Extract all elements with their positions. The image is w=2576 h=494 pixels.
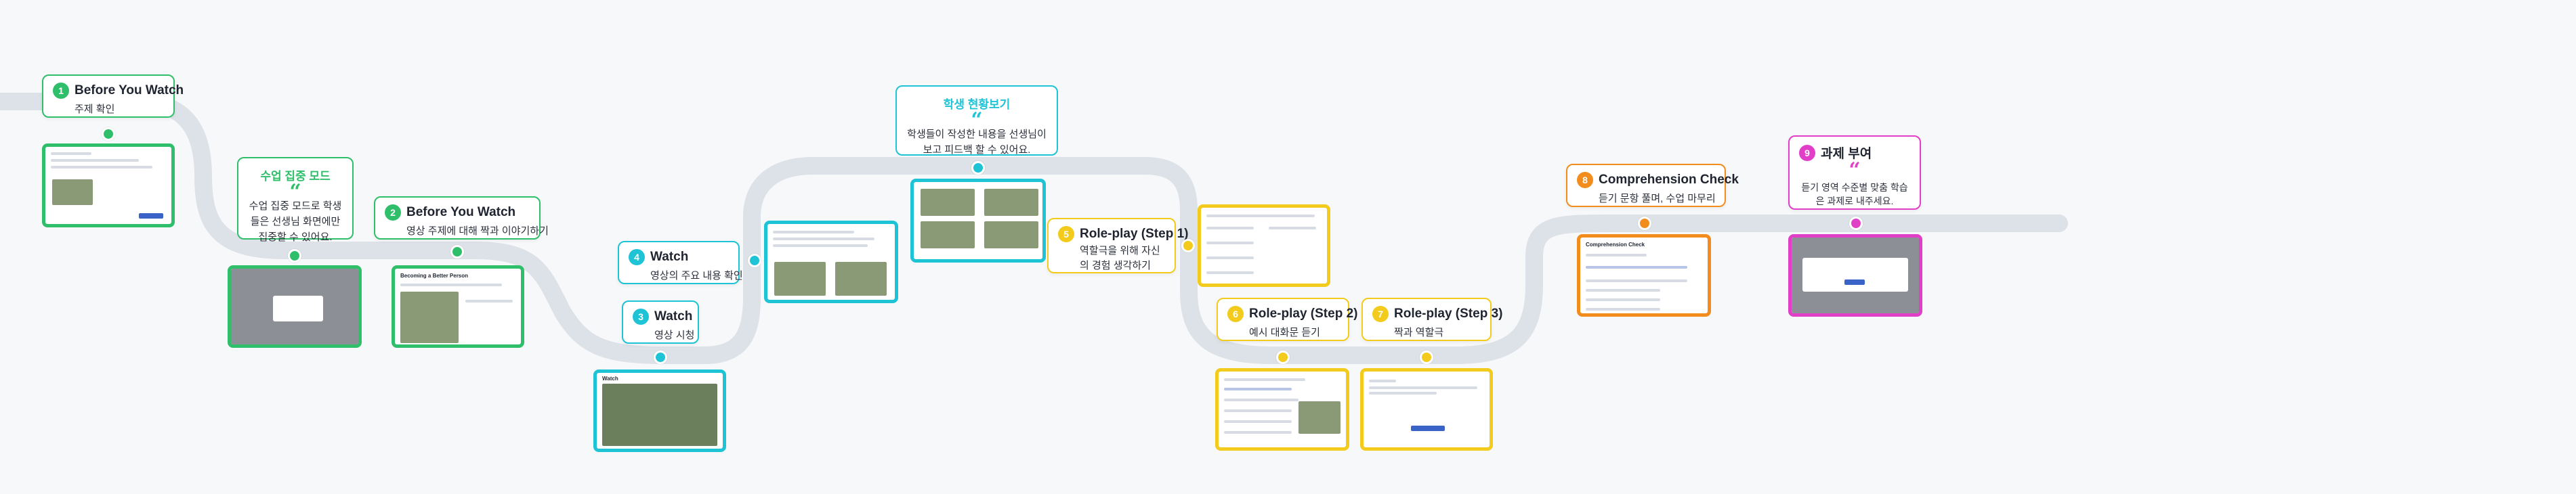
step-subtitle: 주제 확인 xyxy=(75,104,115,115)
step-2-head: 2 Before You Watch xyxy=(385,204,530,221)
step-3-card[interactable]: 3 Watch 영상 시청 xyxy=(622,300,699,344)
step-number: 2 xyxy=(385,204,401,221)
step-7-head: 7 Role-play (Step 3) xyxy=(1372,306,1502,322)
note-body: 수업 집중 모드로 학생들은 선생님 화면에만 집중할 수 있어요. xyxy=(249,200,342,243)
step-6-card[interactable]: 6 Role-play (Step 2) 예시 대화문 듣기 xyxy=(1217,298,1357,341)
step-7-dot[interactable] xyxy=(1420,351,1433,364)
step-5-head: 5 Role-play (Step 1) xyxy=(1058,226,1188,242)
step-6-dot[interactable] xyxy=(1276,351,1290,364)
quote-icon: “ xyxy=(971,108,983,132)
step-9-card[interactable]: 9 과제 부여 “ 듣기 영역 수준별 맞춤 학습은 과제로 내주세요. xyxy=(1788,135,1921,210)
step-6-screenshot[interactable] xyxy=(1215,368,1349,451)
step-title: Watch xyxy=(650,250,689,264)
quote-icon: “ xyxy=(289,180,301,204)
step-number: 1 xyxy=(53,83,69,99)
step-8-screen-title: Comprehension Check xyxy=(1586,242,1645,248)
step-1-card[interactable]: 1 Before You Watch 주제 확인 xyxy=(42,74,184,118)
step-number: 8 xyxy=(1577,172,1593,188)
step-number: 7 xyxy=(1372,306,1389,322)
step-5-dot[interactable] xyxy=(1181,239,1195,252)
step-3-screenshot[interactable]: Watch xyxy=(593,369,726,452)
step-4-card[interactable]: 4 Watch 영상의 주요 내용 확인 xyxy=(618,241,743,284)
step-subtitle: 듣기 영역 수준별 맞춤 학습은 과제로 내주세요. xyxy=(1801,182,1908,206)
step-title: Before You Watch xyxy=(75,83,184,97)
focus-mode-note: 수업 집중 모드 “ 수업 집중 모드로 학생들은 선생님 화면에만 집중할 수… xyxy=(237,157,354,243)
step-4-dot[interactable] xyxy=(748,254,761,267)
step-subtitle: 영상 주제에 대해 짝과 이야기하기 xyxy=(406,225,549,237)
step-7-card[interactable]: 7 Role-play (Step 3) 짝과 역할극 xyxy=(1361,298,1502,341)
step-2-card[interactable]: 2 Before You Watch 영상 주제에 대해 짝과 이야기하기 xyxy=(374,196,549,240)
note-body: 학생들이 작성한 내용을 선생님이 보고 피드백 할 수 있어요. xyxy=(907,129,1047,156)
step-6-head: 6 Role-play (Step 2) xyxy=(1227,306,1357,322)
step-2-dot[interactable] xyxy=(450,245,464,259)
step-7-screenshot[interactable] xyxy=(1360,368,1493,451)
step-subtitle: 듣기 문항 풀며, 수업 마무리 xyxy=(1599,193,1716,204)
step-3-head: 3 Watch xyxy=(633,309,692,325)
step-subtitle: 영상 시청 xyxy=(654,330,695,341)
step-8-screenshot[interactable]: Comprehension Check xyxy=(1577,234,1711,317)
step-2-screen-title: Becoming a Better Person xyxy=(400,273,469,279)
step-title: Watch xyxy=(654,309,693,323)
step-title: Role-play (Step 2) xyxy=(1249,307,1358,321)
step-8-head: 8 Comprehension Check xyxy=(1577,172,1739,188)
student-status-note: 학생 현황보기 “ 학생들이 작성한 내용을 선생님이 보고 피드백 할 수 있… xyxy=(895,85,1058,156)
step-title: Before You Watch xyxy=(406,205,516,219)
step-1-screenshot[interactable] xyxy=(42,143,175,227)
step-1-dot[interactable] xyxy=(102,127,115,141)
step-2-screenshot[interactable]: Becoming a Better Person xyxy=(392,265,524,348)
step-5-screenshot[interactable] xyxy=(1198,204,1330,287)
step-9-dot[interactable] xyxy=(1849,217,1863,230)
step-title: Role-play (Step 3) xyxy=(1394,307,1503,321)
step-4-head: 4 Watch xyxy=(629,249,729,265)
step-4-screenshot[interactable] xyxy=(764,221,898,303)
quote-icon: “ xyxy=(1849,158,1861,182)
step-9-screenshot[interactable] xyxy=(1788,234,1922,317)
step-subtitle: 예시 대화문 듣기 xyxy=(1249,327,1320,338)
step-number: 4 xyxy=(629,249,645,265)
step-number: 9 xyxy=(1799,144,1815,161)
step-title: 과제 부여 xyxy=(1821,147,1872,161)
step-subtitle: 영상의 주요 내용 확인 xyxy=(650,270,743,282)
step-5-card[interactable]: 5 Role-play (Step 1) 역할극을 위해 자신의 경험 생각하기 xyxy=(1047,218,1188,273)
step-3-dot[interactable] xyxy=(654,351,667,364)
step-number: 5 xyxy=(1058,226,1074,242)
step-subtitle: 역할극을 위해 자신의 경험 생각하기 xyxy=(1080,245,1160,271)
student-status-dot[interactable] xyxy=(971,161,985,175)
step-3-screen-title: Watch xyxy=(602,376,618,382)
focus-mode-screenshot[interactable] xyxy=(228,265,362,348)
step-subtitle: 짝과 역할극 xyxy=(1394,327,1444,338)
step-number: 6 xyxy=(1227,306,1244,322)
step-1-head: 1 Before You Watch xyxy=(53,83,184,99)
focus-mode-dot[interactable] xyxy=(288,249,301,263)
step-8-card[interactable]: 8 Comprehension Check 듣기 문항 풀며, 수업 마무리 xyxy=(1566,164,1739,207)
step-number: 3 xyxy=(633,309,649,325)
step-title: Role-play (Step 1) xyxy=(1080,227,1189,241)
step-title: Comprehension Check xyxy=(1599,173,1739,187)
student-status-screenshot[interactable] xyxy=(910,179,1046,263)
step-8-dot[interactable] xyxy=(1638,217,1651,230)
